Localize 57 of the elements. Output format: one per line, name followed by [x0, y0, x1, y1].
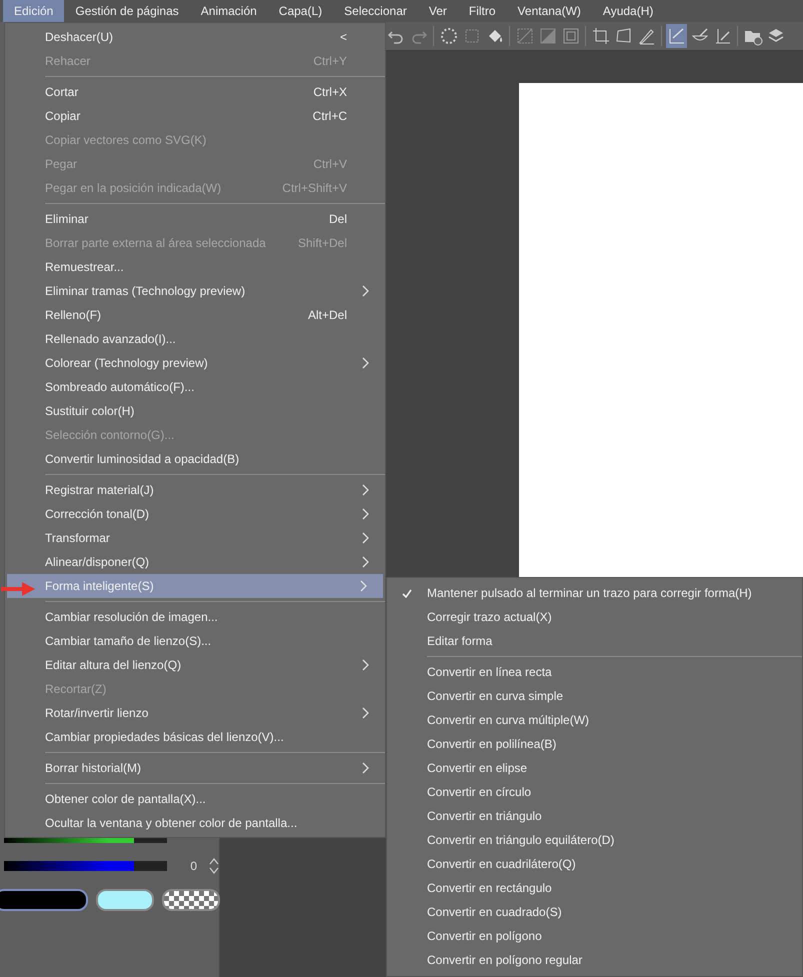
- menu-item[interactable]: Convertir en curva simple: [387, 684, 802, 708]
- color-swatch[interactable]: [162, 889, 220, 911]
- menu-item[interactable]: Alinear/disponer(Q): [5, 550, 385, 574]
- menu-item[interactable]: Convertir en polígono regular: [387, 948, 802, 972]
- menu-item[interactable]: Remuestrear...: [5, 255, 385, 279]
- menu-item[interactable]: Convertir en triángulo: [387, 804, 802, 828]
- menu-item[interactable]: Editar forma: [387, 629, 802, 653]
- menu-item[interactable]: Convertir en polilínea(B): [387, 732, 802, 756]
- menu-item[interactable]: Corrección tonal(D): [5, 502, 385, 526]
- menu-item[interactable]: Eliminar Del: [5, 207, 385, 231]
- menu-bar-item[interactable]: Filtro: [458, 0, 507, 22]
- menu-bar-item[interactable]: Ayuda(H): [592, 0, 664, 22]
- menu-bar-item[interactable]: Edición: [3, 0, 64, 22]
- menu-item[interactable]: Convertir en línea recta: [387, 660, 802, 684]
- menu-item[interactable]: Corregir trazo actual(X): [387, 605, 802, 629]
- menu-item[interactable]: Sustituir color(H): [5, 399, 385, 423]
- menu-item[interactable]: Cambiar propiedades básicas del lienzo(V)...: [5, 725, 385, 749]
- menu-bar-item[interactable]: Seleccionar: [333, 0, 418, 22]
- color-slider[interactable]: [4, 861, 167, 871]
- menu-bar-item[interactable]: Capa(L): [268, 0, 334, 22]
- menu-item[interactable]: Convertir en curva múltiple(W): [387, 708, 802, 732]
- menu-item[interactable]: Cambiar tamaño de lienzo(S)...: [5, 629, 385, 653]
- menu-item[interactable]: Convertir en polígono: [387, 924, 802, 948]
- menu-item[interactable]: Registrar material(J): [5, 478, 385, 502]
- menu-item[interactable]: Deshacer(U) <: [5, 25, 385, 49]
- menu-bar-item[interactable]: Animación: [190, 0, 268, 22]
- menu-item[interactable]: Transformar: [5, 526, 385, 550]
- menu-item[interactable]: Convertir en rectángulo: [387, 876, 802, 900]
- menu-item[interactable]: Ocultar la ventana y obtener color de pantalla...: [5, 811, 385, 835]
- spinner-arrows-icon[interactable]: [209, 857, 219, 875]
- menu-item[interactable]: Borrar historial(M): [5, 756, 385, 780]
- menu-item[interactable]: Relleno(F) Alt+Del: [5, 303, 385, 327]
- menu-item[interactable]: Cortar Ctrl+X: [5, 80, 385, 104]
- menu-item[interactable]: Rellenado avanzado(I)...: [5, 327, 385, 351]
- menu-item[interactable]: Obtener color de pantalla(X)...: [5, 787, 385, 811]
- color-swatch[interactable]: [0, 889, 88, 911]
- menu-item[interactable]: Copiar Ctrl+C: [5, 104, 385, 128]
- menu-item[interactable]: Convertir en cuadrado(S): [387, 900, 802, 924]
- slider-value: 0: [189, 859, 197, 873]
- menu-item[interactable]: Forma inteligente(S): [7, 574, 383, 598]
- menu-item[interactable]: Convertir en cuadrilátero(Q): [387, 852, 802, 876]
- menu-item[interactable]: Convertir en círculo: [387, 780, 802, 804]
- menu-item[interactable]: Eliminar tramas (Technology preview): [5, 279, 385, 303]
- menu-item[interactable]: Colorear (Technology preview): [5, 351, 385, 375]
- menu-item[interactable]: Rotar/invertir lienzo: [5, 701, 385, 725]
- menu-item[interactable]: Convertir en elipse: [387, 756, 802, 780]
- menu-bar-item[interactable]: Ventana(W): [506, 0, 592, 22]
- menu-item[interactable]: Editar altura del lienzo(Q): [5, 653, 385, 677]
- menu-bar-item[interactable]: Ver: [418, 0, 458, 22]
- color-swatch[interactable]: [96, 889, 154, 911]
- menu-item[interactable]: Sombreado automático(F)...: [5, 375, 385, 399]
- menu-item[interactable]: Convertir en triángulo equilátero(D): [387, 828, 802, 852]
- menu-item[interactable]: Convertir luminosidad a opacidad(B): [5, 447, 385, 471]
- menu-item[interactable]: Mantener pulsado al terminar un trazo para corregir forma(H): [387, 581, 802, 605]
- menu-item[interactable]: Cambiar resolución de imagen...: [5, 605, 385, 629]
- menu-bar-item[interactable]: Gestión de páginas: [64, 0, 190, 22]
- pointer-arrow: [0, 581, 36, 597]
